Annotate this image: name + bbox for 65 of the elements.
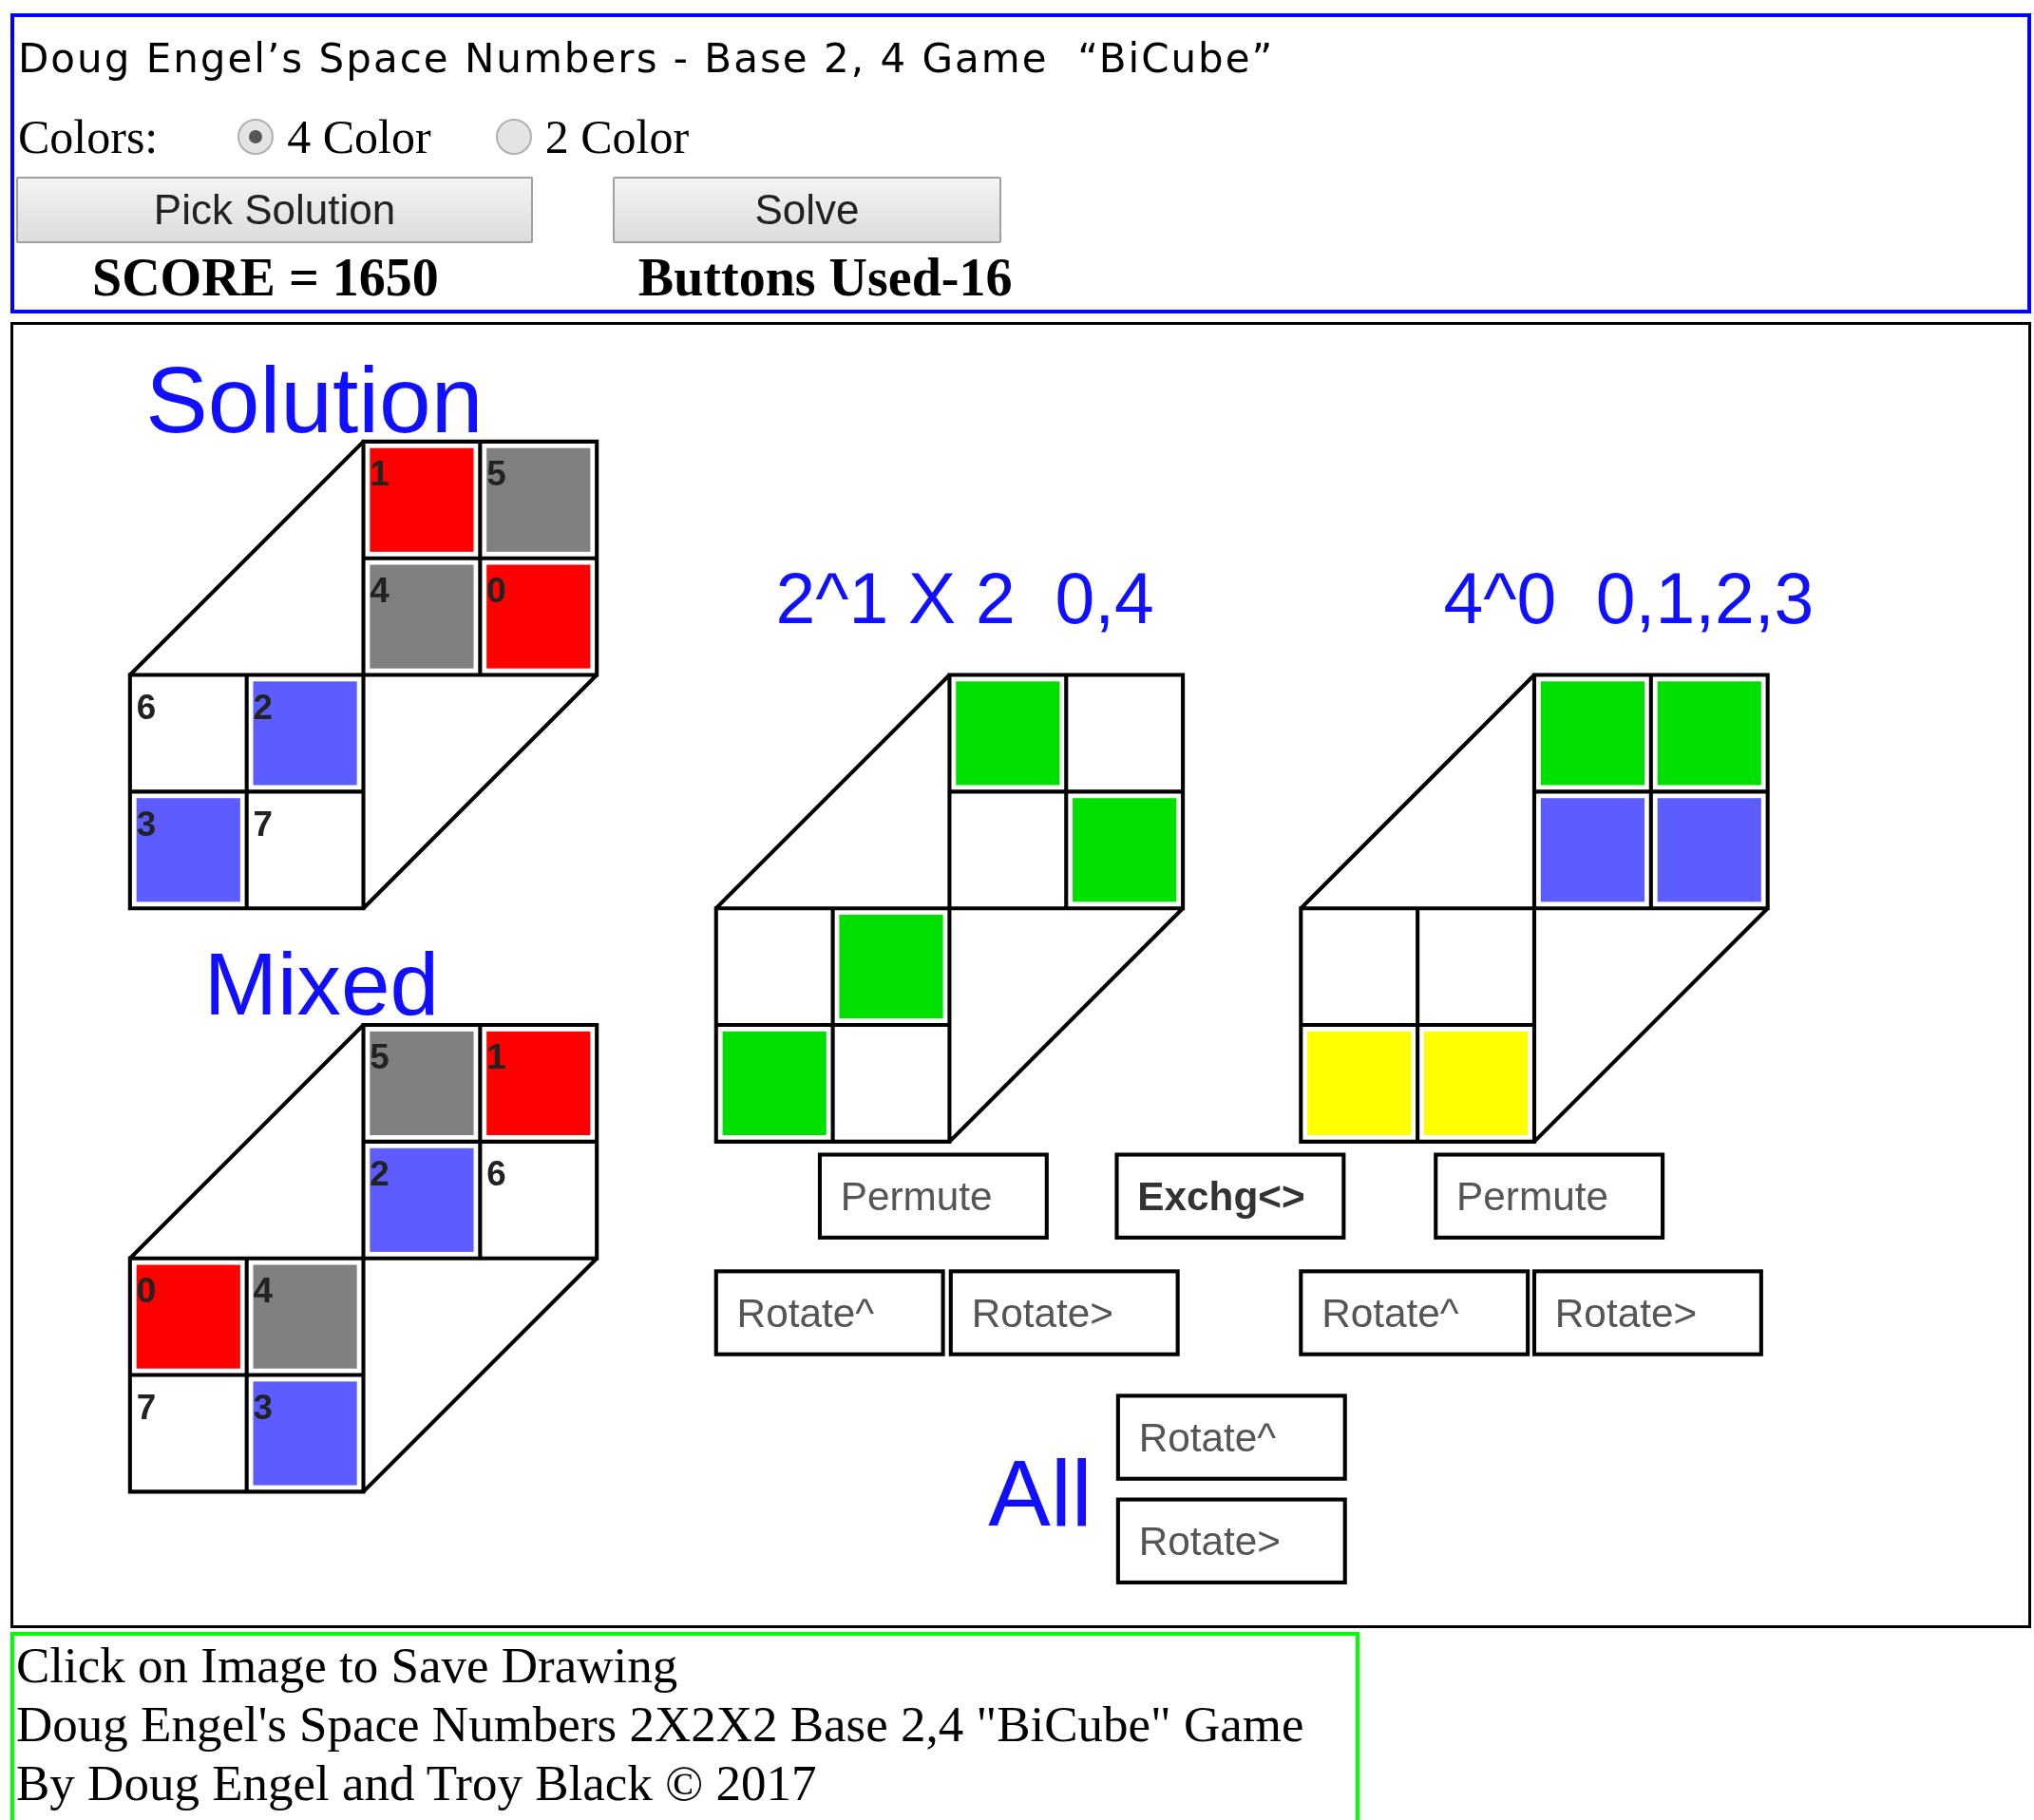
cube-cell[interactable] xyxy=(253,681,357,786)
canvas-button[interactable]: Rotate> xyxy=(1531,1269,1763,1356)
cube-cell[interactable] xyxy=(839,915,943,1019)
cube-cell[interactable] xyxy=(956,681,1060,786)
all-label: All xyxy=(988,1440,1093,1545)
cube-cell[interactable] xyxy=(1657,798,1761,902)
cube-cell[interactable] xyxy=(1657,681,1761,786)
cell-number: 7 xyxy=(136,1387,157,1427)
cell-number: 2 xyxy=(253,687,273,727)
cube-cell[interactable] xyxy=(136,1264,240,1369)
canvas-button[interactable]: Rotate> xyxy=(1115,1497,1347,1584)
buttons-used-text: Buttons Used-16 xyxy=(637,247,1013,309)
cube-cell[interactable] xyxy=(370,1147,474,1252)
canvas-button[interactable]: Permute xyxy=(1434,1152,1665,1240)
cube-cell[interactable] xyxy=(253,1381,357,1486)
cell-number: 6 xyxy=(136,687,157,727)
radio-label[interactable]: 4 Color xyxy=(287,101,431,173)
canvas-button[interactable]: Permute xyxy=(817,1152,1049,1240)
canvas-button[interactable]: Rotate> xyxy=(948,1269,1180,1356)
cell-number: 0 xyxy=(136,1271,157,1311)
footer-line: By Doug Engel and Troy Black © 2017 xyxy=(16,1754,818,1812)
solve-button[interactable]: Solve xyxy=(613,177,1001,243)
cell-number: 7 xyxy=(253,804,273,844)
canvas-button[interactable]: Exchg<> xyxy=(1114,1152,1346,1240)
score-text: SCORE = 1650 xyxy=(92,247,439,309)
cell-number: 5 xyxy=(486,454,506,494)
cube-cell[interactable] xyxy=(722,1031,827,1136)
cell-number: 1 xyxy=(486,1037,506,1077)
cell-number: 2 xyxy=(370,1154,390,1194)
cube-cell[interactable] xyxy=(253,1264,357,1369)
canvas-button[interactable]: Rotate^ xyxy=(713,1269,945,1356)
cell-number: 1 xyxy=(370,454,390,494)
cube-cell[interactable] xyxy=(1073,798,1177,902)
cube-cell[interactable] xyxy=(486,447,591,552)
cube-heading: 2^1 X 2 0,4 xyxy=(775,558,1154,638)
footer-line: Doug Engel's Space Numbers 2X2X2 Base 2,4 "BiCube" Game xyxy=(16,1696,1305,1754)
radio-button[interactable] xyxy=(238,119,275,155)
radio-button[interactable] xyxy=(495,119,532,155)
cube-heading: Solution xyxy=(145,348,484,453)
page-title: Doug Engel’s Space Numbers - Base 2, 4 Game “BiCube” xyxy=(18,33,1275,84)
footer-line: Click on Image to Save Drawing xyxy=(16,1637,679,1695)
cell-number: 3 xyxy=(253,1387,273,1427)
cube-cell[interactable] xyxy=(486,1031,591,1136)
cell-number: 0 xyxy=(486,571,506,611)
canvas-button[interactable]: Rotate^ xyxy=(1115,1393,1347,1481)
cube-cell[interactable] xyxy=(1540,798,1644,902)
cell-number: 5 xyxy=(370,1037,390,1077)
cell-number: 3 xyxy=(136,804,157,844)
colors-label: Colors: xyxy=(18,108,159,165)
pick-solution-button[interactable]: Pick Solution xyxy=(16,177,533,243)
cube-cell[interactable] xyxy=(486,564,591,669)
cube-heading: 4^0 0,1,2,3 xyxy=(1443,558,1815,638)
canvas-button[interactable]: Rotate^ xyxy=(1299,1269,1530,1356)
cube-cell[interactable] xyxy=(136,798,240,902)
cell-number: 4 xyxy=(370,571,390,611)
cube-cell[interactable] xyxy=(1307,1031,1412,1136)
radio-label[interactable]: 2 Color xyxy=(544,101,690,173)
cell-number: 4 xyxy=(253,1271,273,1311)
cube-cell[interactable] xyxy=(1423,1031,1529,1136)
cube-heading: Mixed xyxy=(203,935,440,1034)
cube-cell[interactable] xyxy=(370,1031,474,1136)
cell-number: 6 xyxy=(486,1154,506,1194)
cube-cell[interactable] xyxy=(370,447,474,552)
cube-cell[interactable] xyxy=(1540,681,1644,786)
cube-cell[interactable] xyxy=(370,564,474,669)
